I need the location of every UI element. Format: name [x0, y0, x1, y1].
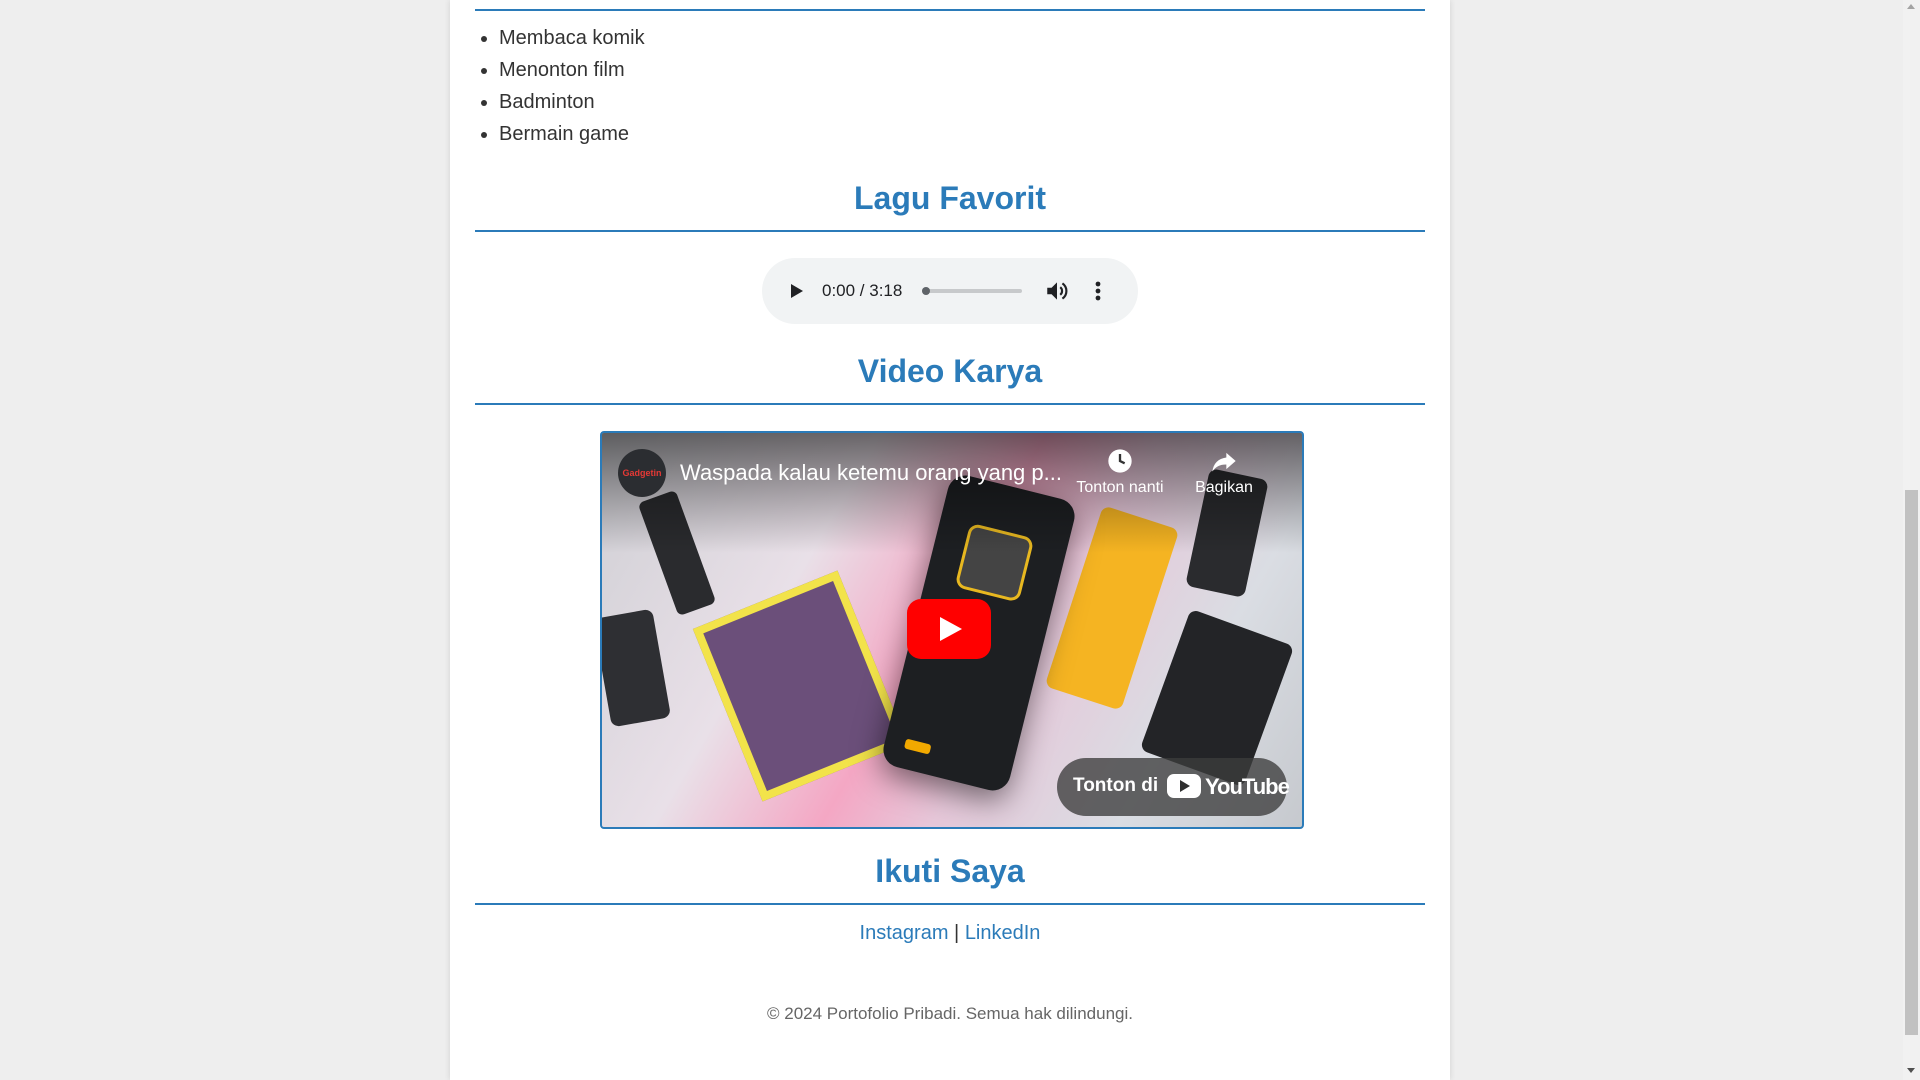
- scroll-up-icon[interactable]: [1907, 4, 1915, 9]
- channel-avatar[interactable]: Gadgetin: [618, 449, 666, 497]
- section-divider: [475, 230, 1425, 232]
- social-links: Instagram | LinkedIn: [475, 922, 1425, 945]
- volume-icon[interactable]: [1044, 278, 1070, 304]
- social-section-title: Ikuti Saya: [875, 853, 1025, 889]
- thumbnail-phone-button: [903, 738, 932, 755]
- section-divider: [475, 403, 1425, 405]
- instagram-link[interactable]: Instagram: [860, 922, 949, 944]
- watch-later-button[interactable]: Tonton nanti: [1070, 447, 1170, 497]
- scroll-down-icon[interactable]: [1907, 1068, 1915, 1073]
- scrollbar-thumb[interactable]: [1905, 490, 1918, 1035]
- share-label: Bagikan: [1195, 479, 1253, 496]
- youtube-logo-icon: [1167, 774, 1201, 798]
- section-divider: [475, 903, 1425, 905]
- section-divider: [475, 9, 1425, 11]
- linkedin-link[interactable]: LinkedIn: [965, 922, 1041, 944]
- thumbnail-prop: [692, 570, 908, 802]
- page-scrollbar[interactable]: [1903, 0, 1920, 1080]
- video-title-link[interactable]: Waspada kalau ketemu orang yang p...: [680, 460, 1070, 486]
- audio-seek-thumb[interactable]: [922, 287, 930, 295]
- watch-on-youtube-button[interactable]: Tonton di YouTube: [1057, 758, 1290, 816]
- play-icon[interactable]: [784, 279, 808, 303]
- list-item: Badminton: [499, 86, 645, 118]
- list-item: Membaca komik: [499, 22, 645, 54]
- list-item: Menonton film: [499, 54, 645, 86]
- watch-later-label: Tonton nanti: [1076, 479, 1164, 496]
- youtube-wordmark: YouTube: [1205, 774, 1290, 799]
- audio-time: 0:00 / 3:18: [822, 281, 903, 300]
- share-icon: [1212, 452, 1236, 472]
- list-item: Bermain game: [499, 118, 645, 150]
- thumbnail-prop: [602, 608, 672, 728]
- page-container: Membaca komik Menonton film Badminton Be…: [450, 0, 1450, 1080]
- more-options-icon[interactable]: [1090, 278, 1106, 304]
- clock-icon: [1108, 449, 1132, 473]
- music-section-title: Lagu Favorit: [853, 180, 1046, 216]
- hobby-list: Membaca komik Menonton film Badminton Be…: [475, 22, 645, 150]
- share-button[interactable]: Bagikan: [1174, 447, 1274, 497]
- audio-seek-bar[interactable]: [922, 287, 1022, 295]
- video-section-title: Video Karya: [857, 353, 1043, 389]
- watch-on-label: Tonton di: [1073, 775, 1159, 796]
- footer-copyright: © 2024 Portofolio Pribadi. Semua hak dil…: [767, 1004, 1133, 1023]
- youtube-embed[interactable]: Gadgetin Waspada kalau ketemu orang yang…: [600, 431, 1304, 829]
- youtube-play-button[interactable]: [907, 599, 991, 659]
- link-separator: |: [954, 922, 960, 944]
- audio-player: 0:00 / 3:18: [762, 258, 1138, 324]
